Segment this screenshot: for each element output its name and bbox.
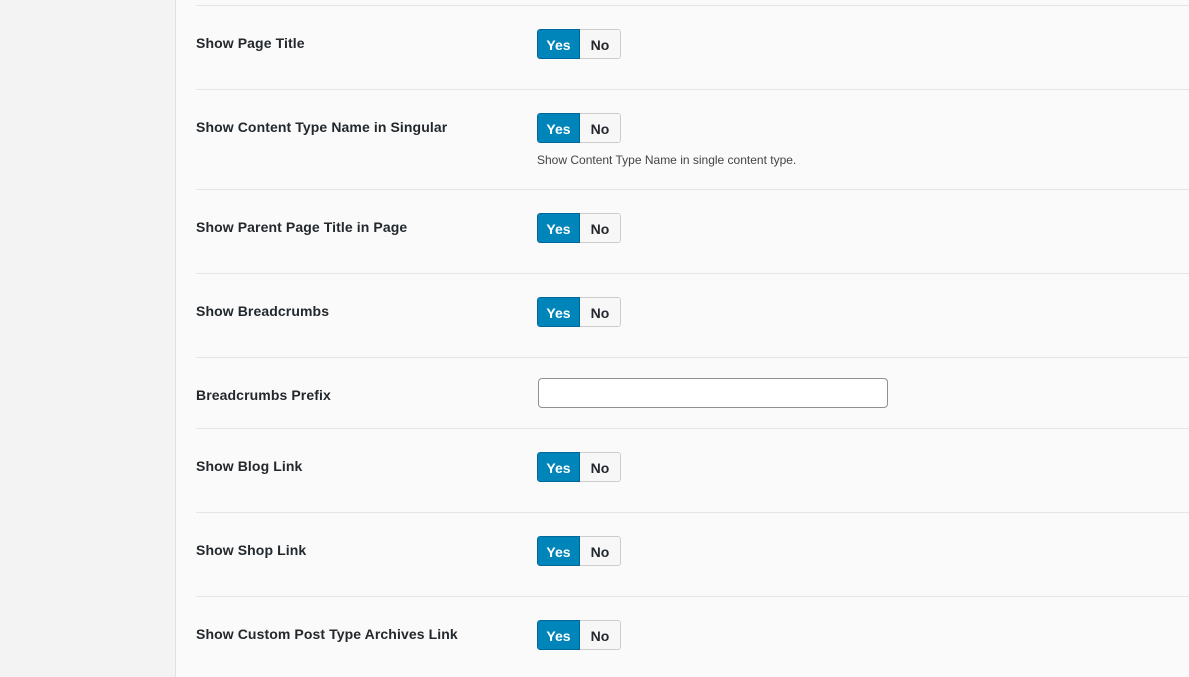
yes-no-toggle: Yes No <box>537 452 621 482</box>
setting-row-show-blog-link: Show Blog Link Yes No <box>196 429 1189 513</box>
setting-label: Show Breadcrumbs <box>196 303 330 319</box>
setting-row-show-breadcrumbs: Show Breadcrumbs Yes No <box>196 274 1189 358</box>
no-button[interactable]: No <box>580 29 621 59</box>
no-button[interactable]: No <box>580 536 621 566</box>
no-button[interactable]: No <box>580 620 621 650</box>
setting-row-show-parent-page-title: Show Parent Page Title in Page Yes No <box>196 190 1189 274</box>
yes-no-toggle: Yes No <box>537 620 621 650</box>
admin-sidebar <box>0 0 176 677</box>
breadcrumbs-prefix-input[interactable] <box>538 378 888 408</box>
setting-label: Show Shop Link <box>196 542 307 558</box>
setting-row-breadcrumbs-prefix: Breadcrumbs Prefix <box>196 358 1189 429</box>
yes-no-toggle: Yes No <box>537 297 621 327</box>
setting-row-show-shop-link: Show Shop Link Yes No <box>196 513 1189 597</box>
yes-button[interactable]: Yes <box>537 536 580 566</box>
no-button[interactable]: No <box>580 452 621 482</box>
setting-row-show-content-type-name: Show Content Type Name in Singular Yes N… <box>196 90 1189 190</box>
no-button[interactable]: No <box>580 297 621 327</box>
setting-label: Show Content Type Name in Singular <box>196 119 448 135</box>
no-button[interactable]: No <box>580 213 621 243</box>
yes-button[interactable]: Yes <box>537 29 580 59</box>
yes-button[interactable]: Yes <box>537 452 580 482</box>
yes-no-toggle: Yes No <box>537 536 621 566</box>
setting-label: Show Custom Post Type Archives Link <box>196 626 458 642</box>
help-text: Show Content Type Name in single content… <box>537 153 797 167</box>
no-button[interactable]: No <box>580 113 621 143</box>
yes-button[interactable]: Yes <box>537 113 580 143</box>
setting-label: Show Page Title <box>196 35 305 51</box>
yes-no-toggle: Yes No <box>537 29 621 59</box>
yes-button[interactable]: Yes <box>537 620 580 650</box>
yes-button[interactable]: Yes <box>537 213 580 243</box>
yes-button[interactable]: Yes <box>537 297 580 327</box>
yes-no-toggle: Yes No <box>537 113 621 143</box>
setting-label: Breadcrumbs Prefix <box>196 387 331 403</box>
setting-label: Show Blog Link <box>196 458 303 474</box>
setting-row-show-page-title: Show Page Title Yes No <box>196 6 1189 90</box>
setting-row-show-cpt-archives-link: Show Custom Post Type Archives Link Yes … <box>196 597 1189 677</box>
settings-panel: Show Page Title Yes No Show Content Type… <box>196 0 1189 677</box>
yes-no-toggle: Yes No <box>537 213 621 243</box>
setting-label: Show Parent Page Title in Page <box>196 219 408 235</box>
